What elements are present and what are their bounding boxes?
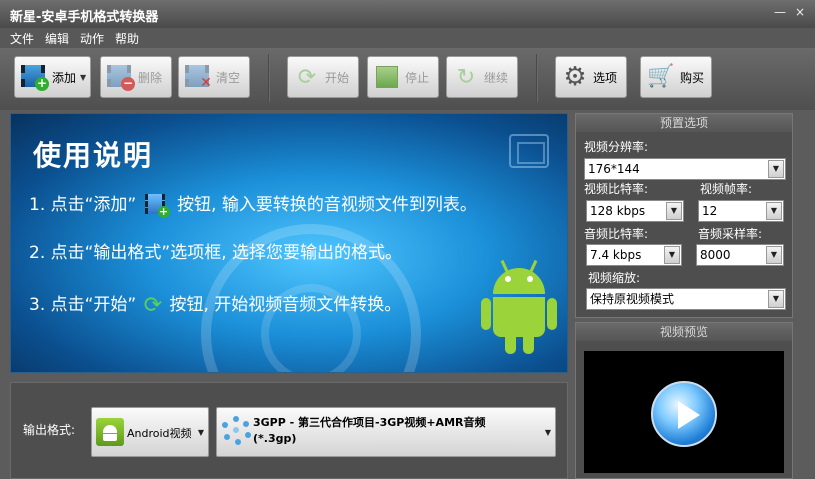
delete-button[interactable]: − 删除: [100, 56, 172, 98]
preview-panel-title: 视频预览: [576, 323, 792, 341]
delete-film-icon: −: [105, 63, 135, 91]
audio-bitrate-select[interactable]: 7.4 kbps ▼: [586, 244, 682, 266]
title-bar: 新星-安卓手机格式转换器 — ×: [0, 0, 815, 28]
start-button[interactable]: ⟳ 开始: [287, 56, 359, 98]
device-select[interactable]: Android视频 ▼: [91, 407, 209, 457]
chevron-down-icon: ▼: [80, 72, 87, 82]
minimize-button[interactable]: —: [772, 4, 788, 20]
add-film-icon: +: [19, 63, 49, 91]
menu-help[interactable]: 帮助: [115, 30, 139, 47]
resolution-value: 176*144: [588, 162, 640, 176]
scaling-select[interactable]: 保持原视频模式 ▼: [586, 288, 786, 310]
device-value: Android视频: [127, 427, 192, 440]
chevron-down-icon[interactable]: ▼: [766, 246, 782, 264]
clear-film-icon: ✕: [183, 63, 213, 91]
resolution-label: 视频分辨率:: [584, 140, 649, 154]
step3-text-a: 3. 点击“开始”: [29, 295, 137, 315]
preview-screen: [584, 351, 784, 473]
toolbar-separator: [268, 54, 270, 102]
chevron-down-icon[interactable]: ▼: [768, 160, 784, 178]
toolbar: + 添加 ▼ − 删除 ✕ 清空 ⟳ 开始 停止 ↻ 继续 ⚙ 选项 🛒 购买: [0, 48, 815, 110]
chevron-down-icon[interactable]: ▼: [766, 202, 782, 220]
format-select[interactable]: 3GPP - 第三代合作项目-3GP视频+AMR音频 (*.3gp) ▼: [216, 407, 556, 457]
refresh-icon: ⟳: [297, 64, 317, 90]
video-bitrate-value: 128 kbps: [590, 204, 646, 218]
delete-label: 删除: [138, 70, 163, 85]
audio-bitrate-value: 7.4 kbps: [590, 248, 642, 262]
preset-panel-title: 预置选项: [576, 114, 792, 132]
android-icon: [96, 418, 124, 446]
output-format-label: 输出格式:: [23, 423, 76, 437]
frame-rate-select[interactable]: 12 ▼: [698, 200, 784, 222]
instruction-step-3: 3. 点击“开始” ⟳ 按钮, 开始视频音频文件转换。: [29, 290, 401, 318]
frame-rate-value: 12: [702, 204, 718, 218]
continue-icon: ↻: [456, 64, 476, 90]
video-preview-panel: 视频预览: [575, 322, 793, 479]
format-extension: (*.3gp): [253, 432, 297, 445]
instruction-step-1: 1. 点击“添加” + 按钮, 输入要转换的音视频文件到列表。: [29, 190, 477, 218]
start-label: 开始: [325, 70, 350, 85]
buy-label: 购买: [680, 70, 705, 85]
clear-label: 清空: [216, 70, 241, 85]
chevron-down-icon[interactable]: ▼: [198, 428, 204, 437]
play-icon[interactable]: [651, 381, 717, 447]
format-dots-icon: [221, 416, 251, 446]
instructions-heading: 使用说明: [33, 139, 154, 172]
continue-label: 继续: [484, 70, 509, 85]
stop-button[interactable]: 停止: [367, 56, 439, 98]
refresh-icon: ⟳: [143, 292, 163, 318]
add-label: 添加: [52, 70, 77, 85]
menu-bar: 文件 编辑 动作 帮助: [0, 28, 815, 48]
close-button[interactable]: ×: [792, 4, 808, 20]
cart-icon: 🛒: [647, 64, 675, 89]
sample-rate-value: 8000: [700, 248, 731, 262]
options-label: 选项: [593, 70, 618, 85]
window-title: 新星-安卓手机格式转换器: [10, 10, 159, 25]
chevron-down-icon[interactable]: ▼: [664, 246, 680, 264]
add-button[interactable]: + 添加 ▼: [14, 56, 91, 98]
gear-icon: ⚙: [563, 62, 587, 92]
toolbar-separator: [536, 54, 538, 102]
menu-action[interactable]: 动作: [80, 30, 104, 47]
step1-text-b: 按钮, 输入要转换的音视频文件到列表。: [177, 195, 477, 215]
chevron-down-icon[interactable]: ▼: [545, 428, 551, 437]
step1-text-a: 1. 点击“添加”: [29, 195, 137, 215]
menu-file[interactable]: 文件: [10, 30, 34, 47]
continue-button[interactable]: ↻ 继续: [446, 56, 518, 98]
preset-options-panel: 预置选项 视频分辨率: 176*144 ▼ 视频比特率: 视频帧率: 128 k…: [575, 113, 793, 318]
instruction-step-2: 2. 点击“输出格式”选项框, 选择您要输出的格式。: [29, 243, 403, 263]
output-format-bar: 输出格式: Android视频 ▼ 3GPP - 第三代合作项目-3GP视频+A…: [10, 382, 568, 479]
sample-rate-label: 音频采样率:: [698, 227, 763, 241]
stop-label: 停止: [405, 70, 430, 85]
chevron-down-icon[interactable]: ▼: [666, 202, 682, 220]
options-button[interactable]: ⚙ 选项: [555, 56, 627, 98]
chevron-down-icon[interactable]: ▼: [768, 290, 784, 308]
video-bitrate-select[interactable]: 128 kbps ▼: [586, 200, 684, 222]
sample-rate-select[interactable]: 8000 ▼: [696, 244, 784, 266]
audio-bitrate-label: 音频比特率:: [584, 227, 649, 241]
buy-button[interactable]: 🛒 购买: [640, 56, 712, 98]
clear-button[interactable]: ✕ 清空: [178, 56, 250, 98]
scaling-value: 保持原视频模式: [590, 292, 675, 306]
menu-edit[interactable]: 编辑: [45, 30, 69, 47]
film-frame-icon: [509, 134, 549, 168]
frame-rate-label: 视频帧率:: [700, 182, 753, 196]
video-bitrate-label: 视频比特率:: [584, 182, 649, 196]
resolution-select[interactable]: 176*144 ▼: [584, 158, 786, 180]
instruction-banner: 使用说明 1. 点击“添加” + 按钮, 输入要转换的音视频文件到列表。 2. …: [10, 113, 568, 373]
android-robot-icon: [481, 259, 557, 356]
format-value: 3GPP - 第三代合作项目-3GP视频+AMR音频: [253, 416, 486, 429]
scaling-label: 视频缩放:: [588, 271, 641, 285]
add-film-icon: +: [144, 192, 170, 218]
stop-icon: [376, 66, 398, 88]
step3-text-b: 按钮, 开始视频音频文件转换。: [169, 295, 402, 315]
